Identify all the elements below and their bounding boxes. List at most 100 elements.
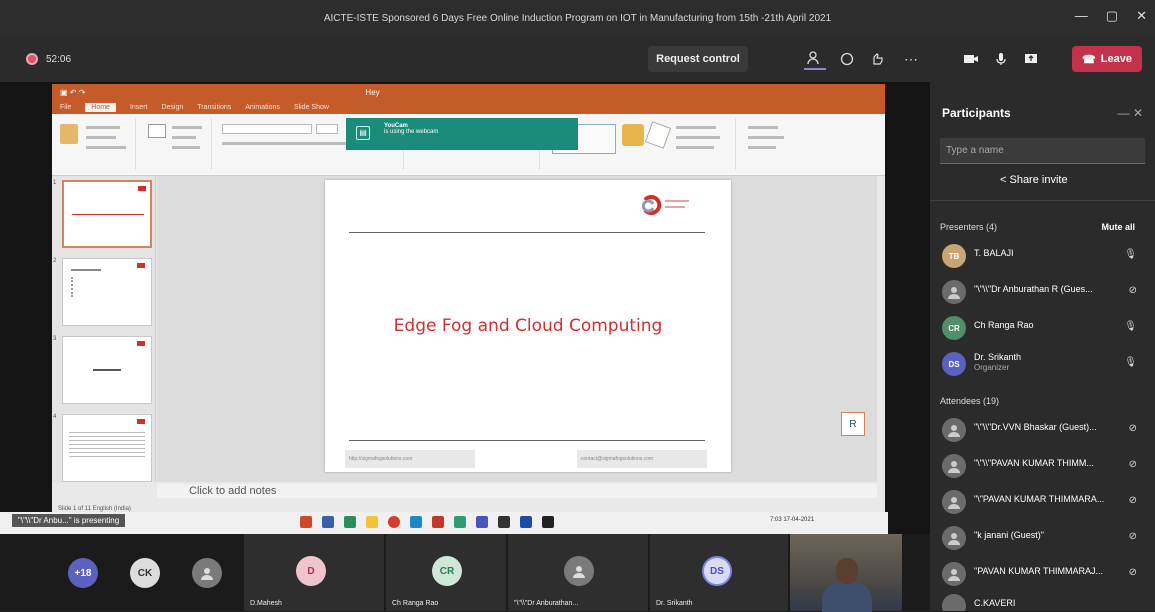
store-taskbar-icon[interactable]	[454, 516, 466, 528]
mic-icon: 🎙	[1124, 321, 1137, 332]
participant-tile[interactable]: D D.Mahesh	[244, 534, 384, 611]
window-title: AICTE-ISTE Sponsored 6 Days Free Online …	[323, 12, 832, 24]
close-icon[interactable]: ✕	[1136, 8, 1147, 24]
slide-thumbnail[interactable]	[62, 336, 152, 404]
tab-home[interactable]: Home	[85, 102, 116, 112]
tab-insert[interactable]: Insert	[130, 104, 148, 111]
presenters-section-label[interactable]: Presenters (4)	[940, 222, 997, 232]
participants-icon[interactable]	[804, 48, 826, 70]
mic-off-icon: ⊘	[1128, 495, 1137, 506]
mute-all-button[interactable]: Mute all	[1101, 222, 1135, 232]
window-controls: — ▢ ✕	[1075, 8, 1147, 24]
participant-row[interactable]: "k janani (Guest)" ⊘	[940, 524, 1145, 556]
powerpoint-taskbar-icon[interactable]	[300, 516, 312, 528]
avatar	[942, 454, 966, 478]
microphone-icon[interactable]	[990, 48, 1012, 70]
webcam-toast[interactable]: ▤ YouCam is using the webcam	[346, 118, 578, 150]
person-torso	[822, 582, 872, 612]
notes-pane[interactable]: Click to add notes	[157, 484, 877, 498]
participant-row[interactable]: C.KAVERI	[940, 592, 1145, 611]
person-head	[836, 558, 858, 584]
participant-row[interactable]: "PAVAN KUMAR THIMMARAJ... ⊘	[940, 560, 1145, 592]
share-invite-label: Share invite	[1009, 174, 1068, 186]
company-logo-icon	[642, 195, 689, 215]
mic-off-icon: ⊘	[1128, 459, 1137, 470]
camera-icon[interactable]	[960, 48, 982, 70]
media-taskbar-icon[interactable]	[432, 516, 444, 528]
slide-title[interactable]: Edge Fog and Cloud Computing	[325, 316, 731, 336]
panel-close-icon[interactable]: — ✕	[1118, 106, 1143, 120]
ppt-ribbon-tabs: File Home Insert Design Transitions Anim…	[52, 100, 885, 114]
participant-row[interactable]: DS Dr. Srikanth Organizer 🎙	[940, 350, 1145, 382]
pen-taskbar-icon[interactable]	[520, 516, 532, 528]
tab-slide-show[interactable]: Slide Show	[294, 104, 329, 111]
word-taskbar-icon[interactable]	[322, 516, 334, 528]
tab-design[interactable]: Design	[161, 104, 183, 111]
maximize-icon[interactable]: ▢	[1106, 8, 1118, 24]
avatar	[942, 490, 966, 514]
participant-row[interactable]: "\"\\"Dr.VVN Bhaskar (Guest)... ⊘	[940, 416, 1145, 448]
participant-tile[interactable]: "\"\\"Dr Anburathan...	[508, 534, 648, 611]
tab-animations[interactable]: Animations	[245, 104, 280, 111]
self-video-tile[interactable]	[790, 534, 902, 612]
slide-footer-left: http://sigmafogsolutions.com	[345, 450, 475, 468]
avatar: DS	[702, 556, 732, 586]
ppt-save-icon: ▣ ↶ ↷	[60, 87, 86, 97]
folder-taskbar-icon[interactable]	[366, 516, 378, 528]
camera-app-icon: ▤	[356, 126, 370, 140]
avatar	[192, 558, 222, 588]
toast-text: is using the webcam	[384, 129, 439, 135]
overflow-tile[interactable]: +18	[50, 534, 120, 611]
minimize-icon[interactable]: —	[1075, 8, 1088, 24]
paste-icon[interactable]	[60, 124, 78, 144]
terminal-taskbar-icon[interactable]	[498, 516, 510, 528]
slide-thumbnail[interactable]	[62, 258, 152, 326]
chrome-taskbar-icon[interactable]	[388, 516, 400, 528]
participant-tile[interactable]: CR Ch Ranga Rao	[386, 534, 506, 611]
more-options-icon[interactable]: ⋯	[900, 48, 922, 70]
participant-tile[interactable]: CK	[120, 534, 180, 611]
new-slide-icon[interactable]	[148, 124, 166, 138]
participant-name: Dr. Srikanth	[656, 600, 693, 607]
participant-row[interactable]: TB T. BALAJI 🎙	[940, 242, 1145, 274]
meeting-toolbar: 52:06 Request control ⋯ ☎ Leave	[0, 36, 1155, 82]
app-taskbar-icon[interactable]	[542, 516, 554, 528]
font-size-select[interactable]	[316, 124, 338, 134]
participant-name: "k janani (Guest)"	[974, 530, 1044, 540]
participant-row[interactable]: "\"PAVAN KUMAR THIMMARA... ⊘	[940, 488, 1145, 520]
slide-thumbnail[interactable]	[62, 180, 152, 248]
slide-thumbnail[interactable]	[62, 414, 152, 482]
participant-row[interactable]: CR Ch Ranga Rao 🎙	[940, 314, 1145, 346]
participant-row[interactable]: "\"\\"Dr Anburathan R (Gues... ⊘	[940, 278, 1145, 310]
arrange-icon[interactable]	[622, 124, 644, 146]
tab-file[interactable]: File	[60, 104, 71, 111]
participant-tile[interactable]: DS Dr. Srikanth	[650, 534, 788, 611]
attendees-section-label[interactable]: Attendees (19)	[940, 396, 999, 406]
share-invite-button[interactable]: < Share invite	[1000, 174, 1068, 186]
participant-row[interactable]: "\"\\"PAVAN KUMAR THIMM... ⊘	[940, 452, 1145, 484]
request-control-button[interactable]: Request control	[648, 46, 748, 72]
font-name-select[interactable]	[222, 124, 312, 134]
leave-button[interactable]: ☎ Leave	[1072, 46, 1142, 72]
avatar	[942, 526, 966, 550]
presenter-badge: R	[841, 412, 865, 436]
participants-panel: Participants — ✕ Type a name < Share inv…	[930, 82, 1155, 611]
mic-off-icon: ⊘	[1128, 567, 1137, 578]
excel-taskbar-icon[interactable]	[344, 516, 356, 528]
editing-group	[742, 118, 802, 170]
current-slide[interactable]: Edge Fog and Cloud Computing http://sigm…	[325, 180, 731, 472]
participant-name: "PAVAN KUMAR THIMMARAJ...	[974, 566, 1104, 576]
reactions-icon[interactable]	[866, 48, 888, 70]
slide-footer-right: contact@sigmafogsolutions.com	[577, 450, 707, 468]
quick-styles-icon[interactable]	[644, 121, 672, 149]
chat-icon[interactable]	[836, 48, 858, 70]
mic-off-icon: ⊘	[1128, 423, 1137, 434]
avatar	[942, 594, 966, 611]
participant-tile[interactable]	[180, 534, 240, 611]
edge-taskbar-icon[interactable]	[410, 516, 422, 528]
ppt-title-bar: ▣ ↶ ↷ Hey	[52, 84, 885, 100]
tab-transitions[interactable]: Transitions	[197, 104, 231, 111]
teams-taskbar-icon[interactable]	[476, 516, 488, 528]
share-screen-icon[interactable]	[1020, 48, 1042, 70]
search-participants-input[interactable]: Type a name	[940, 138, 1145, 164]
